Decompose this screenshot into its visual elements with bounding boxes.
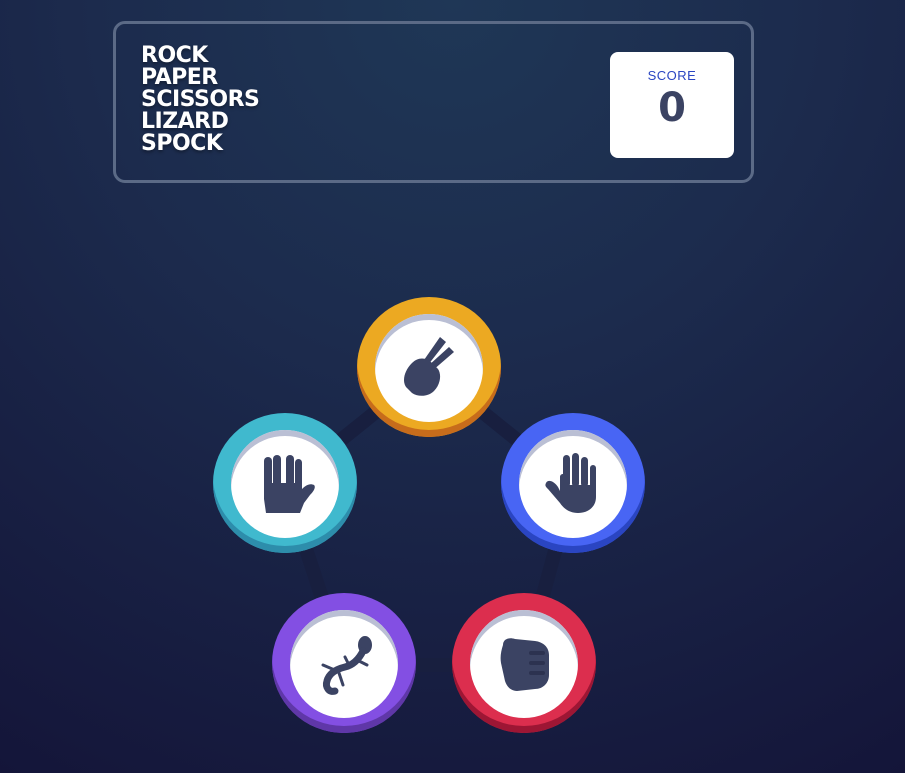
lizard-button[interactable]: [272, 593, 416, 733]
paper-token-face: [519, 430, 627, 538]
scissors-hand-icon: [404, 337, 454, 396]
scissors-button[interactable]: [357, 297, 501, 437]
paper-hand-icon: [545, 453, 596, 513]
rock-fist-icon: [500, 638, 549, 691]
scissors-token-face: [375, 314, 483, 422]
paper-button[interactable]: [501, 413, 645, 553]
rock-button[interactable]: [452, 593, 596, 733]
spock-hand-icon: [264, 455, 315, 513]
lizard-icon: [321, 636, 372, 695]
spock-token-face: [231, 430, 339, 538]
rock-token-face: [470, 610, 578, 718]
lizard-token-face: [290, 610, 398, 718]
game-board: [0, 0, 905, 773]
spock-button[interactable]: [213, 413, 357, 553]
